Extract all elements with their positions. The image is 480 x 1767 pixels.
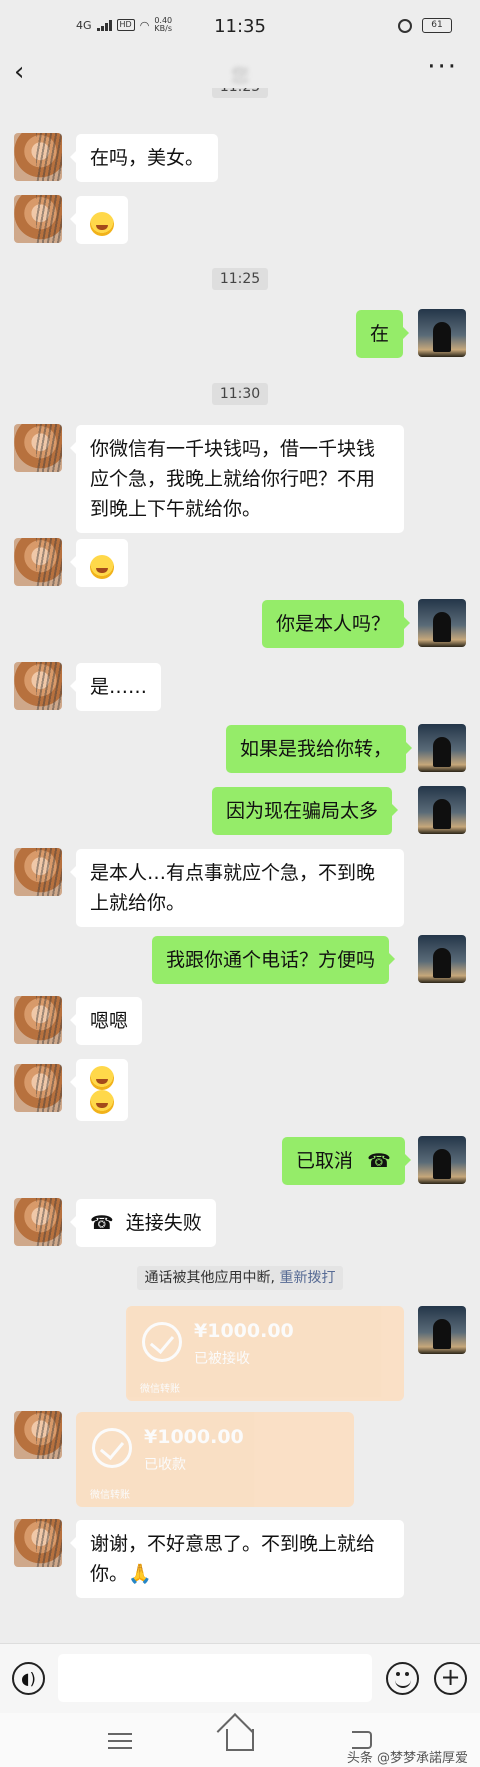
message-line: 你。🙏 [90, 1563, 152, 1585]
message-bubble[interactable]: 在吗，美女。 [69, 134, 219, 182]
chat-title: 您 [231, 66, 249, 87]
watermark: 头条 @梦梦承諾厚爱 [346, 1751, 468, 1766]
avatar-self[interactable] [418, 599, 466, 647]
message-bubble-self[interactable]: 我跟你通个电话？方便吗 [152, 936, 396, 984]
system-notice-box: 通话被其他应用中断, 重新拨打 [136, 1266, 344, 1290]
system-notice: 通话被其他应用中断, 重新拨打 [0, 1266, 480, 1290]
avatar-self[interactable] [418, 786, 466, 834]
avatar[interactable] [14, 195, 62, 243]
message-bubble-emoji[interactable] [70, 1059, 128, 1121]
battery-icon: 61 [422, 18, 452, 33]
message-bubble-self[interactable]: 如果是我给你转， [226, 725, 413, 773]
message-bubble[interactable]: 是…… [69, 663, 162, 711]
check-circle-icon [142, 1322, 182, 1362]
avatar[interactable] [14, 424, 62, 472]
laughing-crying-emoji-icon [90, 211, 114, 236]
message-bubble[interactable]: 你微信有一千块钱吗，借一千块钱 应个急，我晚上就给你行吧？不用 到晚上下午就给你… [70, 425, 404, 533]
phone-hangup-icon: ☎ [90, 1212, 114, 1234]
transfer-label: 微信转账 [90, 1490, 130, 1501]
message-line: 是本人…有点事就应个急，不到晚 [90, 862, 376, 884]
status-right: 61 [398, 18, 452, 33]
check-circle-icon [92, 1428, 132, 1468]
menu-icon[interactable] [108, 1733, 132, 1749]
avatar[interactable] [14, 848, 62, 896]
transfer-card-sent[interactable]: ¥1000.00 已被接收 微信转账 [126, 1306, 404, 1401]
transfer-amount: ¥1000.00 [144, 1426, 244, 1448]
message-bubble[interactable]: 谢谢，不好意思了。不到晚上就给 你。🙏 [70, 1520, 404, 1598]
home-icon[interactable] [226, 1729, 254, 1751]
redial-link[interactable]: 重新拨打 [279, 1270, 335, 1286]
avatar-self[interactable] [418, 1306, 466, 1354]
avatar[interactable] [14, 538, 62, 586]
laughing-crying-emoji-icon [90, 1090, 114, 1114]
timestamp-partial-text: 11:25 [211, 88, 269, 98]
call-status: 连接失败 [125, 1212, 202, 1234]
message-composer: ◖) + [0, 1643, 480, 1713]
transfer-status: 已收款 [144, 1457, 186, 1473]
call-record[interactable]: ☎ 连接失败 [70, 1199, 216, 1247]
phone-hangup-icon: ☎ [367, 1150, 391, 1172]
message-input[interactable] [58, 1654, 372, 1702]
avatar[interactable] [14, 1411, 62, 1459]
call-record-self[interactable]: 已取消 ☎ [282, 1137, 411, 1185]
transfer-amount: ¥1000.00 [194, 1320, 294, 1342]
avatar-self[interactable] [418, 309, 466, 357]
transfer-label: 微信转账 [140, 1384, 180, 1395]
avatar-self[interactable] [418, 724, 466, 772]
call-status: 已取消 [296, 1150, 354, 1172]
message-bubble-emoji[interactable] [70, 196, 128, 244]
avatar[interactable] [14, 1198, 62, 1246]
timestamp: 11:25 [0, 268, 480, 290]
avatar[interactable] [14, 1064, 62, 1112]
more-icon[interactable]: ··· [427, 54, 458, 80]
transfer-status: 已被接收 [194, 1351, 250, 1367]
timestamp-partial: 11:25 [0, 88, 480, 98]
message-line: 你微信有一千块钱吗，借一千块钱 [90, 438, 376, 460]
message-bubble-emoji[interactable] [70, 539, 128, 587]
plus-icon[interactable]: + [434, 1662, 467, 1695]
message-line: 到晚上下午就给你。 [90, 498, 262, 520]
laughing-crying-emoji-icon [90, 1065, 114, 1090]
message-line: 应个急，我晚上就给你行吧？不用 [90, 468, 376, 490]
message-bubble-self[interactable]: 在 [356, 310, 410, 358]
message-line: 上就给你。 [90, 892, 186, 914]
avatar[interactable] [14, 996, 62, 1044]
message-bubble[interactable]: 嗯嗯 [69, 997, 143, 1045]
message-bubble-self[interactable]: 因为现在骗局太多 [212, 787, 399, 835]
avatar-self[interactable] [418, 935, 466, 983]
message-line: 谢谢，不好意思了。不到晚上就给 [90, 1533, 376, 1555]
avatar-self[interactable] [418, 1136, 466, 1184]
alarm-icon [398, 18, 412, 33]
emoji-picker-icon[interactable] [386, 1662, 419, 1695]
status-bar: 4G HD ◠ 0.40 KB/s 11:35 61 [0, 0, 480, 48]
voice-input-icon[interactable]: ◖) [12, 1662, 45, 1695]
laughing-crying-emoji-icon [90, 554, 114, 579]
timestamp-text: 11:30 [211, 383, 269, 405]
avatar[interactable] [14, 133, 62, 181]
timestamp: 11:30 [0, 383, 480, 405]
system-notice-text: 通话被其他应用中断, [144, 1270, 275, 1286]
message-bubble[interactable]: 是本人…有点事就应个急，不到晚 上就给你。 [70, 849, 404, 927]
message-bubble-self[interactable]: 你是本人吗？ [262, 600, 411, 648]
timestamp-text: 11:25 [211, 268, 269, 290]
avatar[interactable] [14, 1519, 62, 1567]
transfer-card-received[interactable]: ¥1000.00 已收款 微信转账 [76, 1412, 354, 1507]
avatar[interactable] [14, 662, 62, 710]
